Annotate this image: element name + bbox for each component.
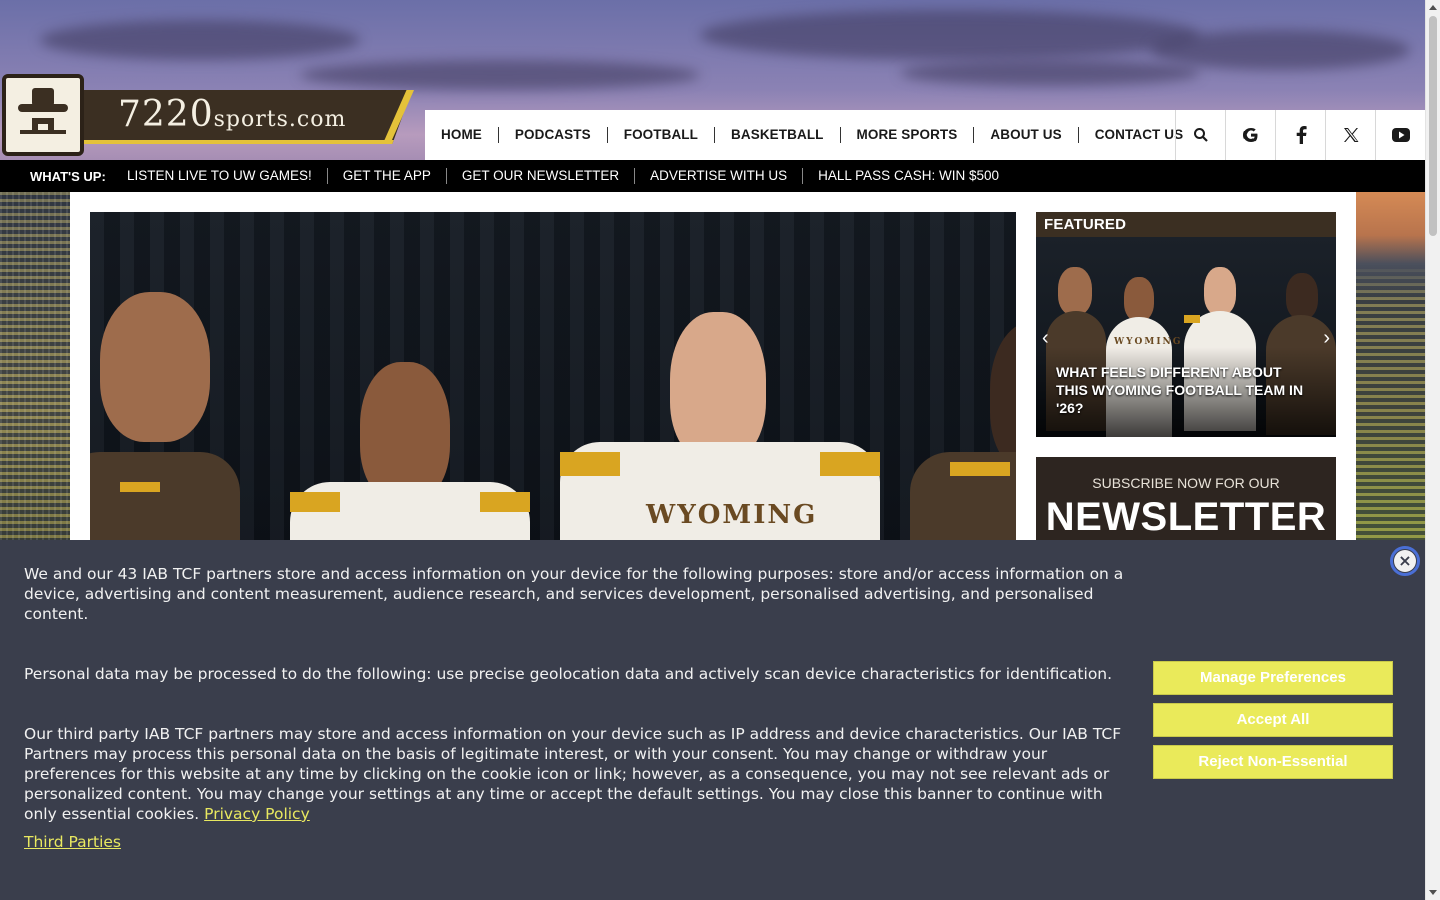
main-nav: HOME PODCASTS FOOTBALL BASKETBALL MORE S… xyxy=(425,110,1425,160)
stadium-background-left xyxy=(0,192,70,552)
whats-up-title: WHAT'S UP: xyxy=(30,168,106,184)
nav-item-home[interactable]: HOME xyxy=(425,127,499,143)
hero-image[interactable]: WYOMING xyxy=(90,212,1016,552)
site-logo[interactable]: 7220sports.com xyxy=(0,72,420,160)
accept-all-button[interactable]: Accept All xyxy=(1153,703,1393,737)
reject-non-essential-button[interactable]: Reject Non-Essential xyxy=(1153,745,1393,779)
manage-preferences-button[interactable]: Manage Preferences xyxy=(1153,661,1393,695)
close-banner-button[interactable]: × xyxy=(1390,546,1420,576)
whats-up-bar: WHAT'S UP: LISTEN LIVE TO UW GAMES! GET … xyxy=(0,160,1425,192)
facebook-icon[interactable] xyxy=(1275,110,1325,160)
newsletter-title: NEWSLETTER xyxy=(1045,495,1327,539)
search-icon[interactable] xyxy=(1175,110,1225,160)
featured-jersey-word: WYOMING xyxy=(1114,337,1183,347)
x-twitter-icon[interactable] xyxy=(1325,110,1375,160)
cookie-paragraph-2: Personal data may be processed to do the… xyxy=(24,665,1113,683)
hero-jersey-word: WYOMING xyxy=(646,500,818,530)
nav-item-podcasts[interactable]: PODCASTS xyxy=(499,127,608,143)
featured-caption[interactable]: WHAT FEELS DIFFERENT ABOUT THIS WYOMING … xyxy=(1056,363,1306,417)
cowboy-hat-logo-icon xyxy=(2,74,84,156)
cookie-text: We and our 43 IAB TCF partners store and… xyxy=(24,564,1124,852)
nav-item-about-us[interactable]: ABOUT US xyxy=(974,127,1079,143)
featured-slide[interactable]: WYOMING ‹ › WHAT FEELS DIFFERENT ABOUT T… xyxy=(1036,237,1336,437)
featured-header: FEATURED xyxy=(1044,216,1127,233)
whats-up-link-hall-pass[interactable]: HALL PASS CASH: WIN $500 xyxy=(803,168,1014,184)
close-icon: × xyxy=(1394,550,1416,572)
scroll-thumb[interactable] xyxy=(1429,16,1437,236)
nav-item-football[interactable]: FOOTBALL xyxy=(608,127,716,143)
nav-item-more-sports[interactable]: MORE SPORTS xyxy=(841,127,975,143)
google-icon[interactable] xyxy=(1225,110,1275,160)
cookie-consent-banner: We and our 43 IAB TCF partners store and… xyxy=(0,540,1425,900)
nav-item-basketball[interactable]: BASKETBALL xyxy=(715,127,841,143)
cookie-paragraph-3: Our third party IAB TCF partners may sto… xyxy=(24,725,1122,823)
stadium-background-right xyxy=(1356,192,1425,552)
third-parties-link[interactable]: Third Parties xyxy=(24,833,121,851)
whats-up-link-listen-live[interactable]: LISTEN LIVE TO UW GAMES! xyxy=(112,168,328,184)
privacy-policy-link[interactable]: Privacy Policy xyxy=(204,805,310,823)
scroll-up-icon[interactable] xyxy=(1429,5,1437,10)
whats-up-link-get-app[interactable]: GET THE APP xyxy=(328,168,447,184)
newsletter-widget[interactable]: SUBSCRIBE NOW FOR OUR NEWSLETTER xyxy=(1036,457,1336,552)
page-scrollbar[interactable] xyxy=(1425,0,1440,900)
logo-text: 7220sports.com xyxy=(118,94,347,135)
newsletter-subtitle: SUBSCRIBE NOW FOR OUR xyxy=(1092,475,1280,491)
featured-widget: FEATURED WYOMING ‹ › WHAT FEELS DIFFEREN… xyxy=(1036,212,1336,437)
cookie-paragraph-1: We and our 43 IAB TCF partners store and… xyxy=(24,565,1124,623)
carousel-prev-icon[interactable]: ‹ xyxy=(1042,327,1049,350)
carousel-next-icon[interactable]: › xyxy=(1323,327,1330,350)
youtube-icon[interactable] xyxy=(1375,110,1425,160)
scroll-down-icon[interactable] xyxy=(1429,890,1437,895)
content-panel: WYOMING FEATURED WYOMING ‹ › WHAT FEELS … xyxy=(70,192,1356,552)
whats-up-link-advertise[interactable]: ADVERTISE WITH US xyxy=(635,168,804,184)
whats-up-link-newsletter[interactable]: GET OUR NEWSLETTER xyxy=(447,168,636,184)
